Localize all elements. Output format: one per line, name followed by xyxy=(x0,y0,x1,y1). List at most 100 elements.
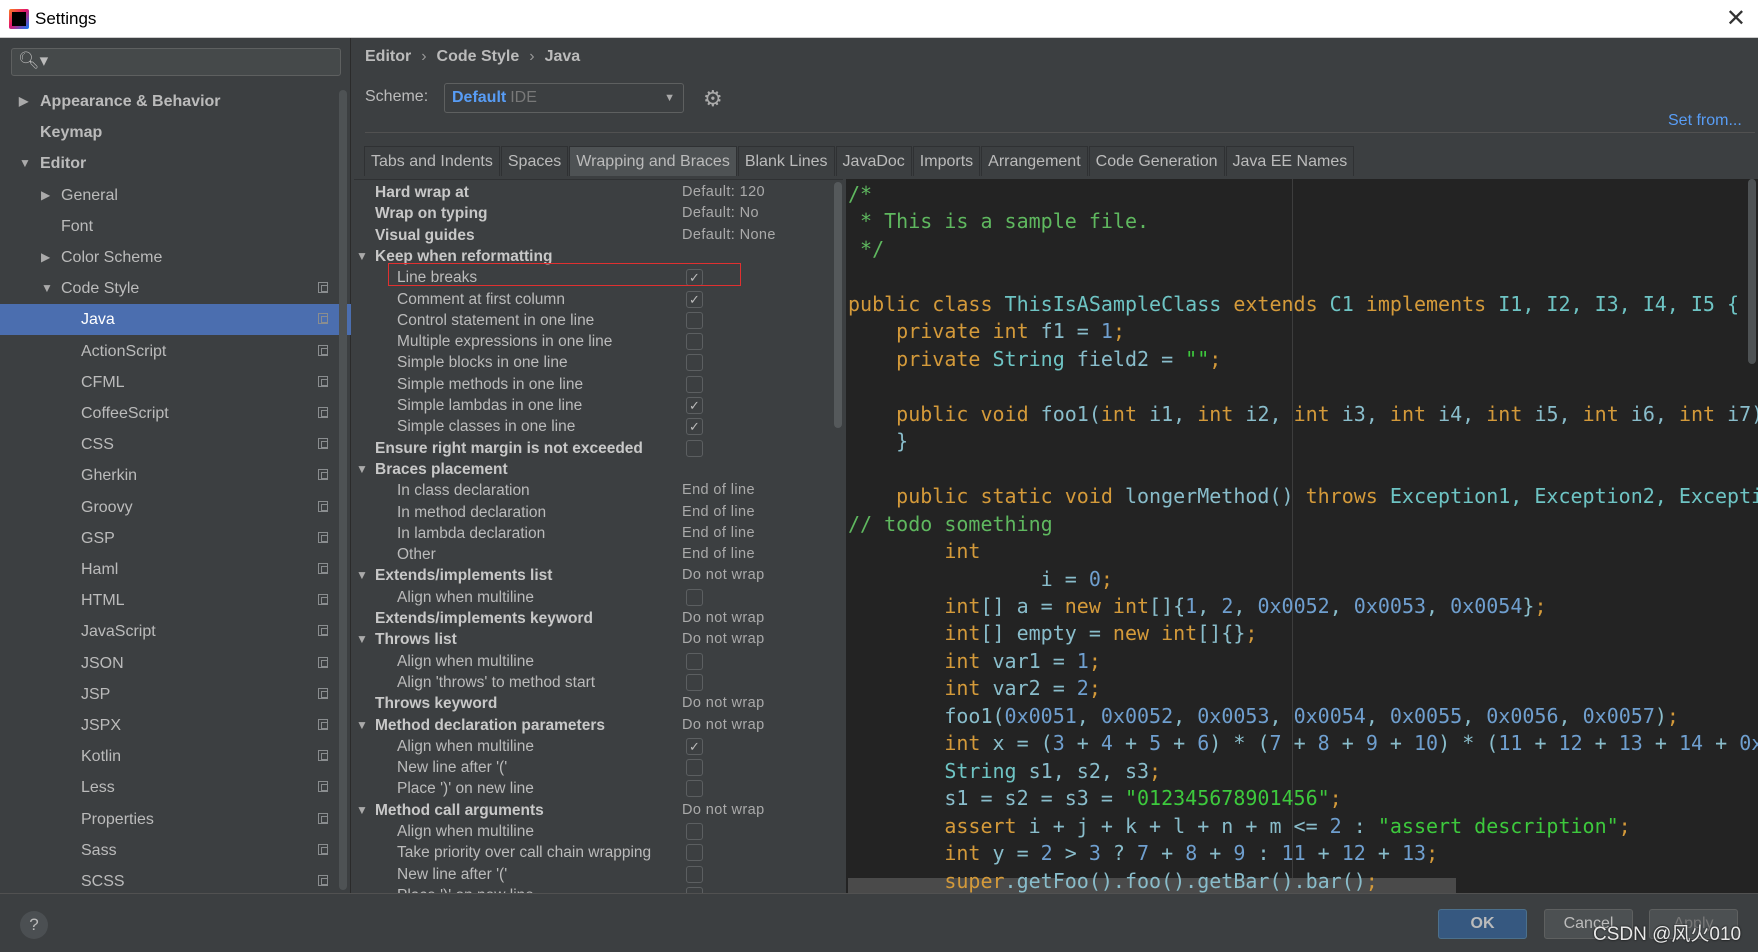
scheme-dropdown[interactable]: Default IDE ▼ xyxy=(444,83,684,113)
ok-button[interactable]: OK xyxy=(1438,909,1527,939)
tab-tabs-and-indents[interactable]: Tabs and Indents xyxy=(364,146,500,176)
sidebar-item-sass[interactable]: Sass xyxy=(0,835,340,866)
checkbox[interactable] xyxy=(686,823,703,840)
checkbox[interactable] xyxy=(686,759,703,777)
sidebar-item-general[interactable]: ▶ General xyxy=(0,180,340,211)
tab-arrangement[interactable]: Arrangement xyxy=(981,146,1088,176)
expand-arrow-down-icon[interactable]: ▼ xyxy=(356,459,368,480)
option-value[interactable]: Do not wrap xyxy=(682,629,765,650)
sidebar-item-font[interactable]: Font xyxy=(0,211,340,242)
search-input[interactable]: 🔍︎▾ xyxy=(11,48,341,76)
tab-blank-lines[interactable]: Blank Lines xyxy=(737,146,835,176)
sidebar-item-javascript[interactable]: JavaScript xyxy=(0,616,340,647)
sidebar-item-code-style[interactable]: ▼ Code Style xyxy=(0,273,340,304)
checkbox-checked[interactable]: ✓ xyxy=(686,290,703,308)
tab-code-generation[interactable]: Code Generation xyxy=(1088,146,1225,176)
option-value[interactable]: Do not wrap xyxy=(682,800,765,821)
checkbox[interactable] xyxy=(686,311,703,329)
option-row: New line after '(' xyxy=(354,757,834,778)
checkbox-checked[interactable]: ✓ xyxy=(686,397,703,414)
tab-java-ee-names[interactable]: Java EE Names xyxy=(1225,146,1355,176)
expand-arrow-down-icon[interactable]: ▼ xyxy=(41,273,53,304)
checkbox[interactable] xyxy=(686,780,703,798)
sidebar-item-properties[interactable]: Properties xyxy=(0,804,340,835)
close-icon[interactable]: ✕ xyxy=(1726,4,1746,33)
sidebar-item-kotlin[interactable]: Kotlin xyxy=(0,741,340,772)
checkbox[interactable] xyxy=(686,439,703,457)
sidebar-item-keymap[interactable]: Keymap xyxy=(0,117,340,148)
sidebar-item-haml[interactable]: Haml xyxy=(0,554,340,585)
checkbox[interactable] xyxy=(686,865,703,883)
option-value[interactable]: Default: None xyxy=(682,225,776,246)
tab-spaces[interactable]: Spaces xyxy=(500,146,569,176)
expand-arrow-down-icon[interactable]: ▼ xyxy=(356,629,368,650)
help-button[interactable]: ? xyxy=(20,911,48,939)
option-value[interactable]: Do not wrap xyxy=(682,693,765,714)
preview-scrollbar[interactable] xyxy=(1748,179,1756,364)
option-value[interactable]: Do not wrap xyxy=(682,565,765,586)
sidebar-item-java[interactable]: Java xyxy=(0,304,351,336)
tab-imports[interactable]: Imports xyxy=(912,146,981,176)
sidebar-item-json[interactable]: JSON xyxy=(0,648,340,679)
intellij-logo-icon xyxy=(9,9,29,29)
code-token: ; xyxy=(1209,346,1222,371)
tab-javadoc[interactable]: JavaDoc xyxy=(835,146,912,176)
checkbox[interactable] xyxy=(686,652,703,670)
checkbox[interactable] xyxy=(686,354,703,372)
option-row: Other End of line xyxy=(354,544,834,565)
checkbox[interactable] xyxy=(686,375,703,393)
sidebar-item-appearance-behavior[interactable]: ▶ Appearance & Behavior xyxy=(0,86,340,117)
tab-wrapping-and-braces[interactable]: Wrapping and Braces xyxy=(569,146,737,176)
sidebar-item-gsp[interactable]: GSP xyxy=(0,523,340,554)
expand-arrow-down-icon[interactable]: ▼ xyxy=(356,800,368,821)
sidebar-scrollbar[interactable] xyxy=(339,90,347,890)
checkbox-checked[interactable]: ✓ xyxy=(686,418,703,436)
code-token: + xyxy=(1377,731,1415,756)
option-value[interactable]: Default: 120 xyxy=(682,182,765,203)
code-token: throws xyxy=(1305,484,1390,509)
sidebar-item-jspx[interactable]: JSPX xyxy=(0,710,340,741)
expand-arrow-down-icon[interactable]: ▼ xyxy=(356,246,368,267)
gear-icon[interactable]: ⚙ xyxy=(703,86,723,112)
checkbox[interactable] xyxy=(686,844,703,862)
breadcrumb-item[interactable]: Editor xyxy=(365,48,411,65)
sidebar-item-actionscript[interactable]: ActionScript xyxy=(0,336,340,367)
option-value[interactable]: Do not wrap xyxy=(682,608,765,629)
expand-arrow-right-icon[interactable]: ▶ xyxy=(19,86,28,117)
expand-arrow-down-icon[interactable]: ▼ xyxy=(356,715,368,736)
code-token: + xyxy=(1161,731,1198,756)
sidebar-item-jsp[interactable]: JSP xyxy=(0,679,340,710)
code-token: 0x0052 xyxy=(1100,703,1174,728)
expand-arrow-right-icon[interactable]: ▶ xyxy=(41,242,50,273)
sidebar-item-color-scheme[interactable]: ▶ Color Scheme xyxy=(0,242,340,273)
option-label: Align when multiline xyxy=(397,737,534,755)
code-token: y = xyxy=(992,841,1041,866)
option-value[interactable]: Do not wrap xyxy=(682,715,765,736)
option-value[interactable]: Default: No xyxy=(682,203,759,224)
code-line: String s1, s2, s3; xyxy=(848,758,1161,786)
expand-arrow-down-icon[interactable]: ▼ xyxy=(356,565,368,586)
checkbox[interactable] xyxy=(686,673,703,691)
expand-arrow-down-icon[interactable]: ▼ xyxy=(19,148,31,179)
breadcrumb-separator: › xyxy=(529,48,535,65)
option-value[interactable]: End of line xyxy=(682,502,755,523)
sidebar-item-gherkin[interactable]: Gherkin xyxy=(0,460,340,491)
options-scrollbar[interactable] xyxy=(834,182,842,428)
sidebar-item-groovy[interactable]: Groovy xyxy=(0,492,340,523)
sidebar-item-coffeescript[interactable]: CoffeeScript xyxy=(0,398,340,429)
option-value[interactable]: End of line xyxy=(682,523,755,544)
option-value[interactable]: End of line xyxy=(682,544,755,565)
sidebar-item-cfml[interactable]: CFML xyxy=(0,367,340,398)
code-token: + xyxy=(1703,731,1740,756)
checkbox[interactable] xyxy=(686,333,703,351)
option-value[interactable]: End of line xyxy=(682,480,755,501)
checkbox[interactable] xyxy=(686,588,703,606)
expand-arrow-right-icon[interactable]: ▶ xyxy=(41,180,50,211)
sidebar-item-less[interactable]: Less xyxy=(0,772,340,803)
set-from-link[interactable]: Set from... xyxy=(1668,112,1742,130)
checkbox-checked[interactable]: ✓ xyxy=(686,737,703,755)
breadcrumb-item[interactable]: Code Style xyxy=(437,48,520,65)
sidebar-item-editor[interactable]: ▼ Editor xyxy=(0,148,340,179)
sidebar-item-html[interactable]: HTML xyxy=(0,585,340,616)
sidebar-item-css[interactable]: CSS xyxy=(0,429,340,460)
